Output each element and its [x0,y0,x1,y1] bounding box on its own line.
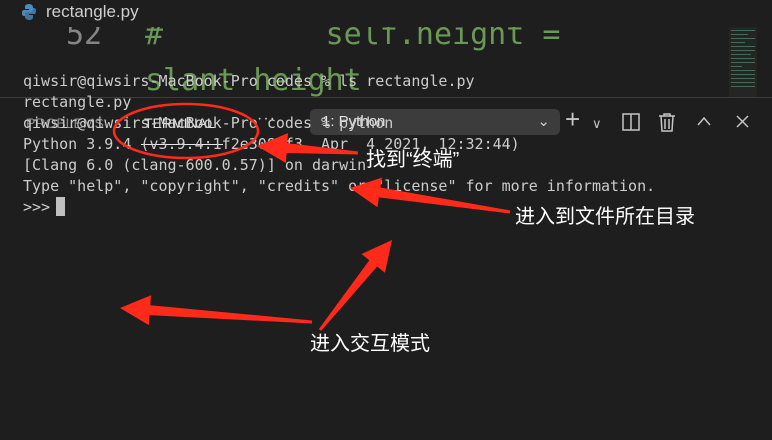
arrow-to-ls-command [350,177,511,214]
annotation-find-terminal: 找到“终端” [366,149,460,171]
annotation-interactive-mode: 进入交互模式 [310,333,430,355]
annotation-enter-directory: 进入到文件所在目录 [515,206,695,228]
arrow-to-terminal-tab [257,133,359,164]
arrow-to-prompt [120,295,313,326]
arrow-to-python-command [318,240,392,331]
highlight-ellipse [112,102,260,160]
